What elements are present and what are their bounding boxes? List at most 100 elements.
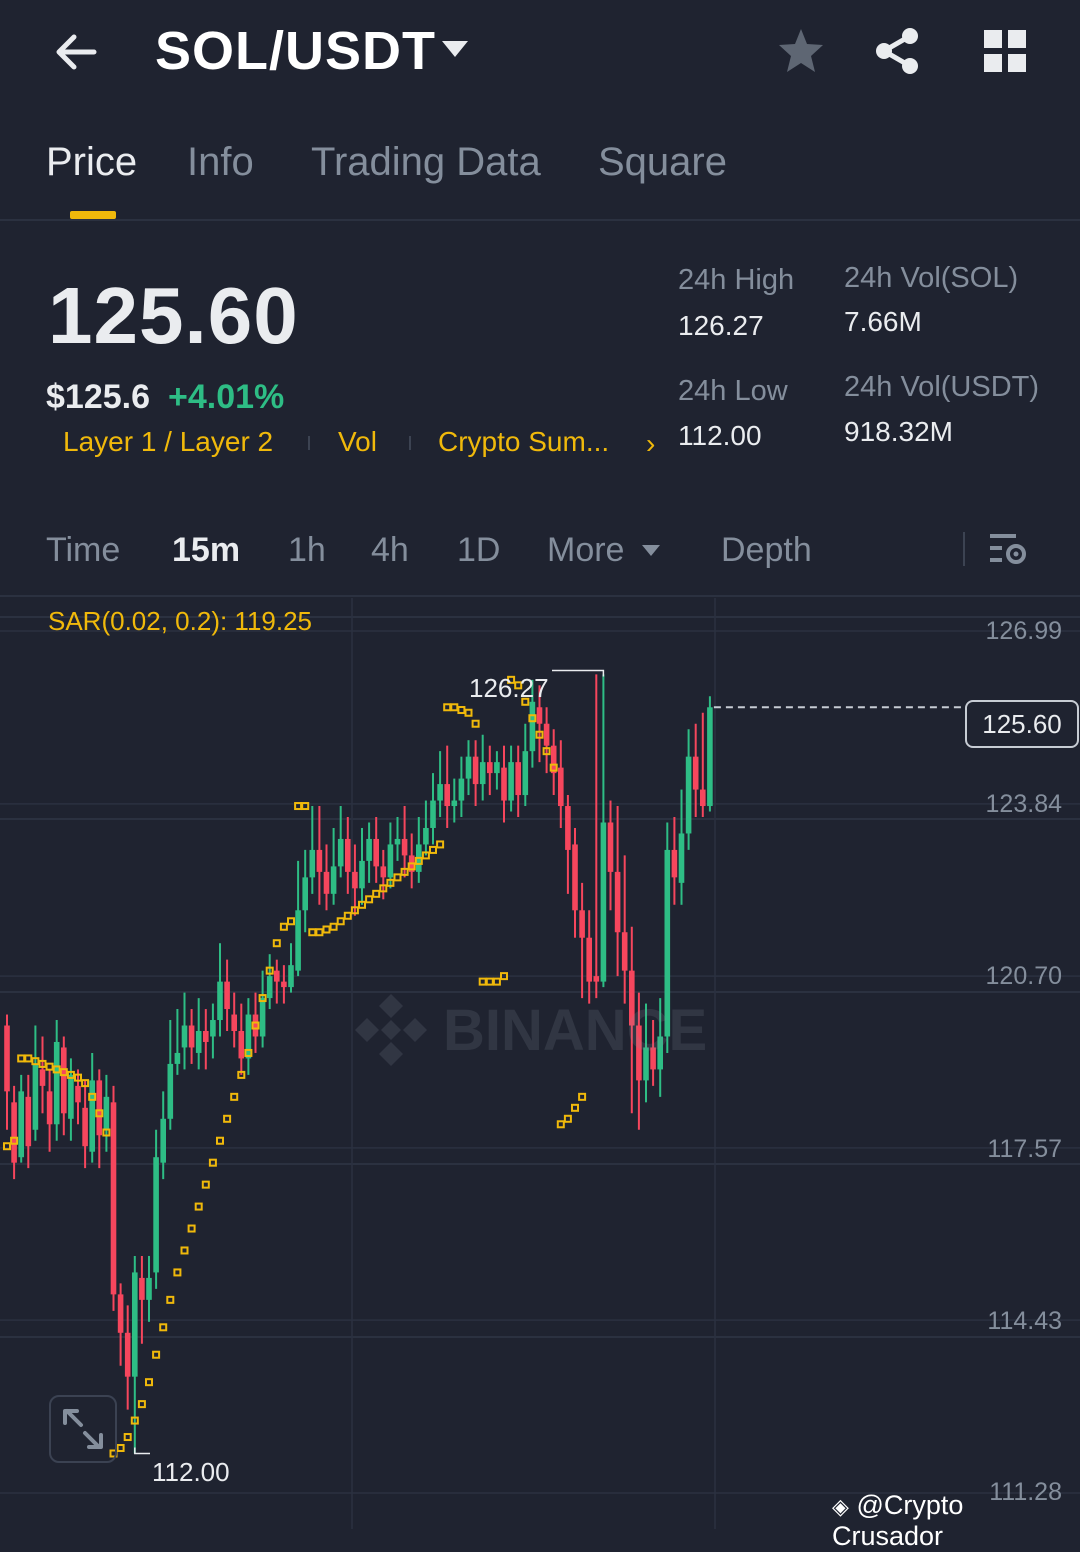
candle-body — [195, 1030, 202, 1053]
candle-body — [494, 762, 500, 774]
sar-dot — [294, 802, 303, 811]
sar-dot — [272, 939, 281, 948]
chevron-right-icon[interactable]: › — [646, 428, 655, 460]
sar-dot — [287, 917, 295, 926]
tag-layer[interactable]: Layer 1 / Layer 2 — [63, 426, 273, 458]
tf-more[interactable]: More — [547, 531, 624, 570]
candle-body — [4, 1025, 10, 1092]
candle-body — [600, 822, 607, 982]
candle-body — [707, 707, 713, 807]
author-credit: ◈ @Crypto Crusador — [832, 1490, 1080, 1552]
candle-body — [68, 1074, 74, 1119]
candle-body — [53, 1041, 60, 1125]
candle-body — [266, 976, 273, 999]
sar-dot — [201, 1180, 210, 1189]
tab-price[interactable]: Price — [46, 140, 137, 185]
low-marker-line — [134, 1447, 150, 1455]
sar-dot — [372, 889, 381, 898]
candle-body — [536, 707, 543, 724]
sar-dot — [322, 925, 331, 934]
sar-dot — [485, 977, 494, 986]
sar-dot — [159, 1323, 168, 1332]
candle-body — [25, 1096, 32, 1147]
candle-body — [465, 756, 472, 779]
candle-body — [586, 937, 592, 982]
tab-trading-data[interactable]: Trading Data — [311, 140, 541, 185]
tab-square[interactable]: Square — [598, 140, 727, 185]
candle-body — [167, 1063, 174, 1119]
star-icon[interactable] — [776, 26, 826, 76]
tf-1h[interactable]: 1h — [288, 531, 326, 570]
caret-down-icon[interactable] — [641, 543, 661, 557]
tf-15m[interactable]: 15m — [172, 531, 240, 570]
tf-4h[interactable]: 4h — [371, 531, 409, 570]
tag-separator — [409, 436, 411, 450]
high-price-marker: 126.27 — [469, 673, 549, 703]
candle-body — [302, 877, 308, 911]
sar-dot — [308, 928, 317, 937]
candle-body — [32, 1063, 39, 1130]
tab-info[interactable]: Info — [187, 140, 254, 185]
candle-body — [103, 1096, 110, 1130]
candle-body — [352, 871, 358, 889]
sar-dot — [208, 1158, 217, 1167]
candle-body — [153, 1157, 159, 1273]
candle-body — [444, 784, 450, 807]
candle-body — [188, 1025, 195, 1048]
sar-dot — [343, 911, 352, 920]
sar-dot — [173, 1268, 182, 1277]
candle-body — [323, 871, 330, 894]
sar-dot — [563, 1114, 572, 1123]
candle-body — [671, 849, 678, 878]
candle-body — [89, 1080, 95, 1152]
low-24h-label: 24h Low — [678, 375, 788, 407]
fullscreen-button[interactable] — [49, 1395, 117, 1463]
sar-dot — [187, 1224, 196, 1233]
toolbar-separator — [963, 532, 965, 566]
candle-body — [359, 860, 365, 889]
y-tick-label: 114.43 — [987, 1307, 1062, 1335]
sar-dot — [223, 1114, 232, 1123]
chart-top-divider — [0, 595, 1080, 597]
candle-body — [401, 838, 408, 856]
candle-body — [515, 762, 521, 796]
sar-dot — [571, 1103, 579, 1112]
candle-body — [316, 849, 323, 872]
candle-body — [692, 756, 699, 790]
back-arrow-icon[interactable] — [50, 26, 102, 78]
candle-body — [373, 838, 379, 867]
candle-body — [39, 1069, 46, 1086]
candle-body — [259, 998, 266, 1037]
tf-1d[interactable]: 1D — [457, 531, 500, 570]
candle-body — [11, 1102, 17, 1163]
candle-body — [579, 910, 585, 938]
sar-dot — [450, 703, 459, 712]
caret-down-icon[interactable] — [440, 38, 470, 60]
high-24h-value: 126.27 — [678, 310, 764, 341]
candle-body — [366, 838, 372, 861]
candle-body — [558, 767, 564, 807]
tf-depth[interactable]: Depth — [721, 531, 812, 570]
tag-crypto-summary[interactable]: Crypto Sum... — [438, 426, 609, 458]
sar-dot — [429, 845, 437, 854]
candle-body — [607, 822, 614, 872]
usd-price: $125.6 — [46, 378, 150, 416]
candle-body — [430, 800, 436, 828]
pair-title[interactable]: SOL/USDT — [155, 20, 436, 82]
tag-vol[interactable]: Vol — [338, 426, 377, 458]
credit-text: @Crypto Crusador — [832, 1490, 964, 1551]
vol-quote-value: 918.32M — [844, 416, 953, 447]
sar-dot — [230, 1092, 239, 1101]
candle-body — [337, 838, 344, 867]
y-tick-label: 117.57 — [987, 1135, 1062, 1163]
tf-time[interactable]: Time — [46, 531, 120, 570]
candle-body — [472, 756, 479, 785]
candle-body — [117, 1294, 124, 1333]
share-icon[interactable] — [872, 26, 922, 76]
svg-text:BINANCE: BINANCE — [443, 998, 707, 1063]
sar-dot — [180, 1246, 189, 1255]
chart-settings-icon[interactable] — [988, 530, 1028, 568]
low-price-marker: 112.00 — [152, 1457, 230, 1487]
grid-icon[interactable] — [982, 28, 1028, 74]
candle-body — [700, 789, 706, 807]
